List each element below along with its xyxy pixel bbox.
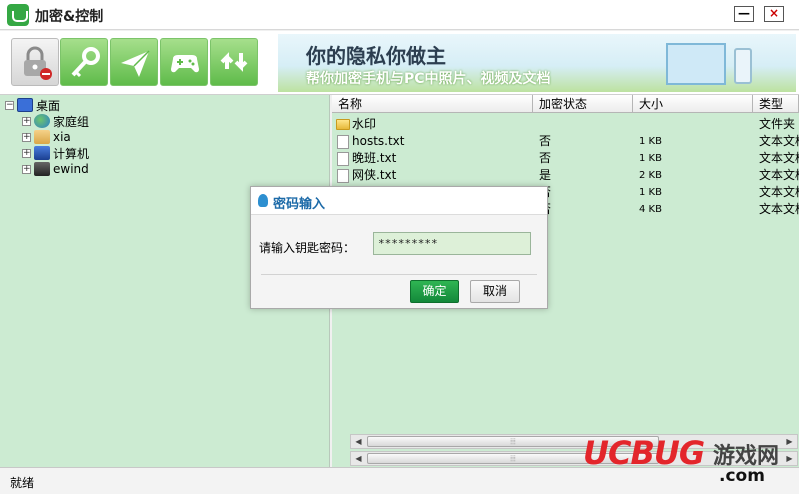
tree-node-label: 家庭组 [53, 114, 90, 129]
scroll-left-icon[interactable]: ◀ [351, 452, 366, 465]
encryption-status: 是 [539, 168, 552, 182]
dialog-divider [261, 274, 537, 275]
banner-subtitle: 帮你加密手机与PC中照片、视频及文档 [306, 71, 551, 87]
file-name: hosts.txt [352, 134, 405, 148]
app-logo-icon [7, 4, 29, 26]
file-name: 网侠.txt [352, 168, 397, 182]
gamepad-icon [171, 55, 199, 73]
lock-button[interactable] [11, 38, 59, 86]
text-file-icon [337, 169, 349, 183]
cancel-button[interactable]: 取消 [470, 280, 520, 303]
bulb-icon [258, 194, 268, 207]
key-icon [71, 47, 100, 78]
window-title: 加密&控制 [35, 9, 104, 25]
watermark-main: UCBUG [583, 434, 705, 472]
confirm-button[interactable]: 确定 [410, 280, 459, 303]
desktop-icon [17, 98, 33, 112]
file-type: 文件夹 [759, 117, 796, 131]
game-button[interactable] [160, 38, 208, 86]
table-row[interactable]: hosts.txt 否 1 KB 文本文档 [332, 133, 799, 150]
dialog-header: 密码输入 [251, 187, 547, 215]
watermark-domain: .com [719, 466, 765, 486]
paper-plane-icon [121, 50, 150, 77]
tree-node-homegroup[interactable]: + 家庭组 [22, 113, 89, 129]
file-type: 文本文档 [759, 185, 799, 199]
toolbar: 你的隐私你做主 帮你加密手机与PC中照片、视频及文档 [0, 31, 799, 95]
tree-node-network[interactable]: + ewind [22, 161, 89, 177]
file-type: 文本文档 [759, 134, 799, 148]
network-icon [34, 162, 50, 176]
password-dialog: 密码输入 请输入钥匙密码： 确定 取消 [250, 186, 548, 309]
sync-button[interactable] [210, 38, 258, 86]
dialog-title: 密码输入 [273, 197, 326, 212]
table-row[interactable]: 网侠.txt 是 2 KB 文本文档 [332, 167, 799, 184]
file-size: 4 KB [639, 204, 662, 215]
minimize-button[interactable]: — [734, 6, 754, 22]
watermark-logo: UCBUG 游戏网 .com [583, 434, 797, 490]
close-button[interactable]: × [764, 6, 784, 22]
file-size: 1 KB [639, 187, 662, 198]
tree-node-user[interactable]: + xia [22, 129, 71, 145]
tree-node-label: xia [53, 130, 71, 144]
file-size: 1 KB [639, 136, 662, 147]
column-header-size[interactable]: 大小 [633, 95, 753, 113]
file-type: 文本文档 [759, 151, 799, 165]
file-size: 1 KB [639, 153, 662, 164]
file-type: 文本文档 [759, 202, 799, 216]
key-button[interactable] [60, 38, 108, 86]
status-text: 就绪 [10, 476, 35, 490]
scroll-left-icon[interactable]: ◀ [351, 435, 366, 448]
computer-icon [34, 146, 50, 160]
table-row[interactable]: 水印 文件夹 [332, 116, 799, 133]
file-size: 2 KB [639, 170, 662, 181]
password-label: 请输入钥匙密码： [259, 241, 356, 255]
column-header-type[interactable]: 类型 [753, 95, 799, 113]
tree-expand-toggle[interactable]: + [22, 116, 31, 126]
folder-icon [336, 119, 350, 130]
lock-icon [24, 46, 52, 80]
file-name: 晚班.txt [352, 151, 397, 165]
banner-title: 你的隐私你做主 [306, 44, 446, 68]
title-bar: 加密&控制 — × [0, 0, 799, 30]
monitor-illustration [666, 43, 726, 85]
user-folder-icon [34, 130, 50, 144]
tree-expand-toggle[interactable]: + [22, 164, 31, 174]
homegroup-icon [34, 114, 50, 128]
table-row[interactable]: 晚班.txt 否 1 KB 文本文档 [332, 150, 799, 167]
password-input[interactable] [373, 232, 531, 255]
file-type: 文本文档 [759, 168, 799, 182]
phone-illustration [734, 48, 752, 84]
text-file-icon [337, 152, 349, 166]
promo-banner: 你的隐私你做主 帮你加密手机与PC中照片、视频及文档 [278, 34, 796, 92]
tree-collapse-toggle[interactable]: − [5, 100, 14, 110]
tree-expand-toggle[interactable]: + [22, 148, 31, 158]
tree-node-label: ewind [53, 162, 89, 176]
tree-node-label: 计算机 [53, 146, 90, 161]
tree-expand-toggle[interactable]: + [22, 132, 31, 142]
tree-node-label: 桌面 [36, 98, 61, 113]
send-button[interactable] [110, 38, 158, 86]
tree-node-computer[interactable]: + 计算机 [22, 145, 89, 161]
encryption-status: 否 [539, 134, 552, 148]
column-header-encryption[interactable]: 加密状态 [533, 95, 633, 113]
column-header-name[interactable]: 名称 [332, 95, 533, 113]
text-file-icon [337, 135, 349, 149]
tree-node-desktop[interactable]: − 桌面 [5, 97, 60, 113]
encryption-status: 否 [539, 151, 552, 165]
sync-icon [220, 52, 248, 72]
file-name: 水印 [352, 117, 377, 131]
